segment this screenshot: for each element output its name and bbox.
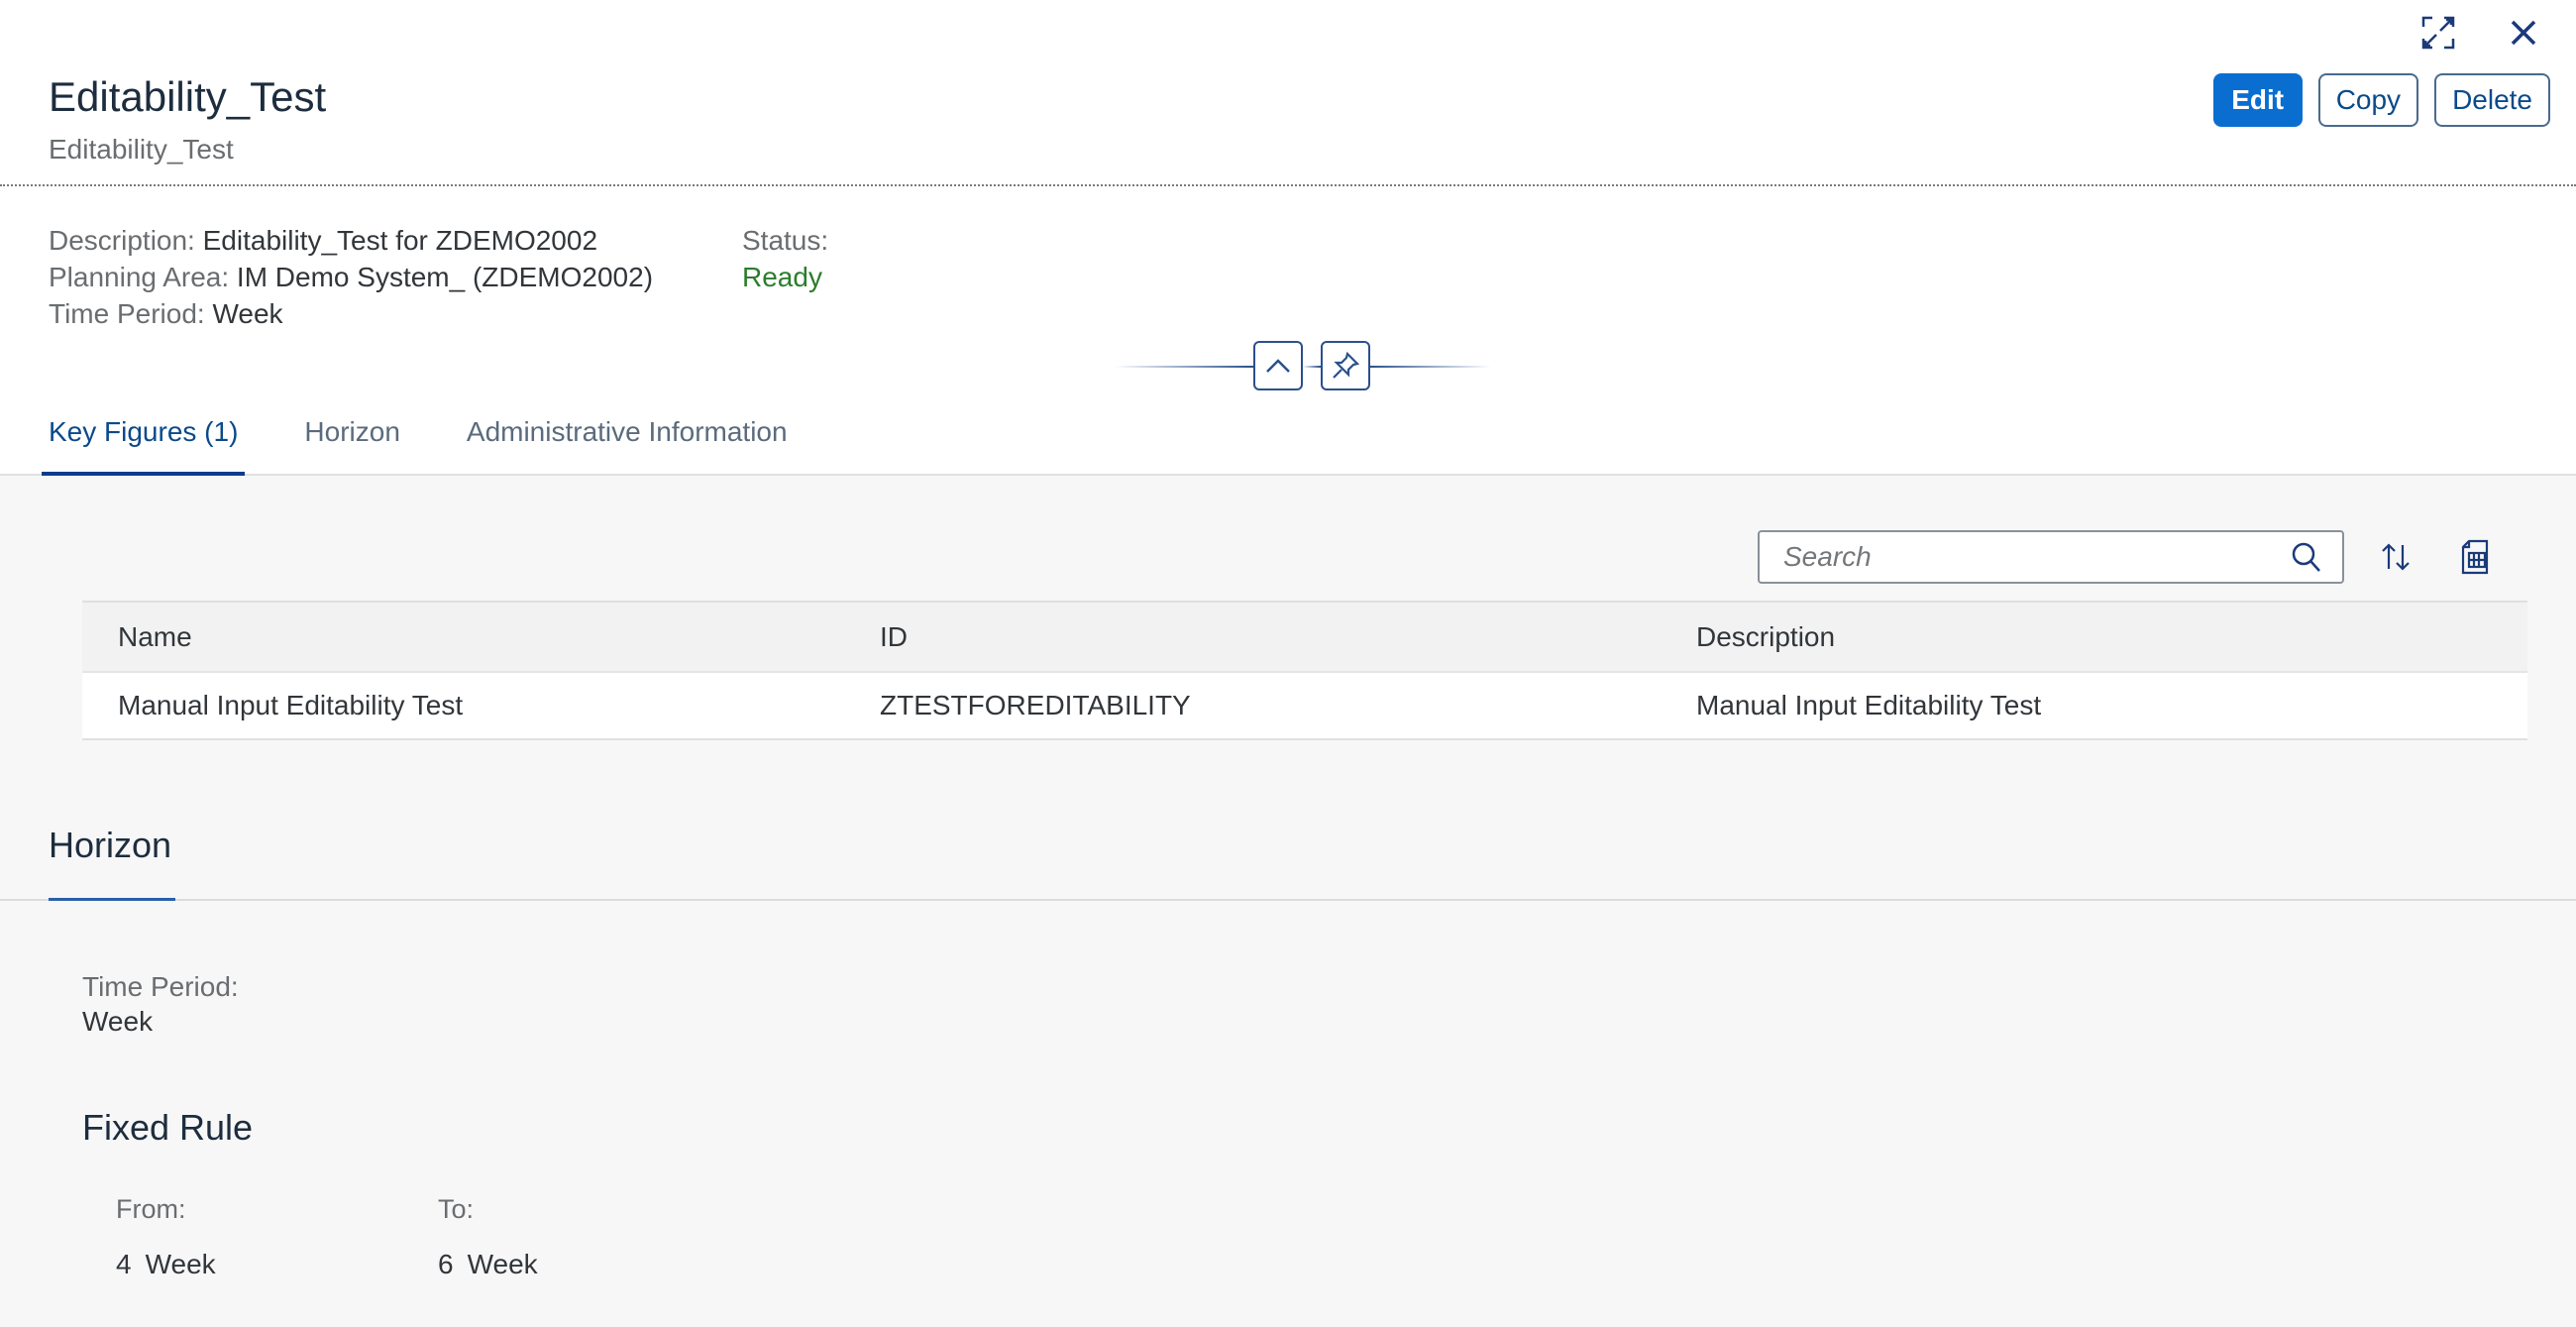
planning-area-field: Planning Area: IM Demo System_ (ZDEMO200… bbox=[49, 259, 653, 295]
horizon-time-period-label: Time Period: bbox=[82, 971, 239, 1002]
sort-icon bbox=[2382, 543, 2410, 571]
collapse-line-mid bbox=[1303, 366, 1321, 368]
header-divider bbox=[0, 184, 2576, 186]
chevron-up-icon bbox=[1266, 359, 1290, 373]
close-icon bbox=[2511, 20, 2536, 46]
search-field[interactable] bbox=[1758, 530, 2344, 584]
tab-key-figures[interactable]: Key Figures (1) bbox=[42, 408, 246, 476]
description-field: Description: Editability_Test for ZDEMO2… bbox=[49, 222, 653, 259]
description-label: Description: bbox=[49, 225, 195, 256]
object-page-header: Editability_Test Editability_Test Edit C… bbox=[0, 0, 2576, 476]
to-label: To: bbox=[438, 1194, 475, 1224]
to-unit: Week bbox=[467, 1249, 538, 1279]
cell-id: ZTESTFOREDITABILITY bbox=[880, 690, 1191, 720]
column-header-name[interactable]: Name bbox=[82, 621, 880, 653]
header-actions: Edit Copy Delete bbox=[2212, 73, 2550, 127]
page-title: Editability_Test bbox=[49, 73, 327, 120]
column-header-description[interactable]: Description bbox=[1696, 621, 2527, 653]
horizon-section-title: Horizon bbox=[49, 825, 172, 865]
search-icon[interactable] bbox=[2291, 541, 2322, 573]
header-info: Description: Editability_Test for ZDEMO2… bbox=[49, 222, 653, 332]
collapse-header-button[interactable] bbox=[1253, 341, 1303, 390]
horizon-title-underline bbox=[49, 898, 175, 901]
fixed-rule-title: Fixed Rule bbox=[82, 1107, 254, 1148]
horizon-section-divider bbox=[0, 899, 2576, 901]
tab-horizon[interactable]: Horizon bbox=[297, 408, 406, 470]
pin-header-button[interactable] bbox=[1321, 341, 1370, 390]
key-figures-table: Name ID Description Manual Input Editabi… bbox=[82, 601, 2527, 740]
collapse-line-left bbox=[1115, 366, 1253, 368]
time-period-value: Week bbox=[212, 298, 283, 329]
planning-area-value: IM Demo System_ (ZDEMO2002) bbox=[236, 262, 654, 292]
status-field: Status: Ready bbox=[742, 222, 828, 295]
export-button[interactable] bbox=[2447, 530, 2503, 584]
description-value: Editability_Test for ZDEMO2002 bbox=[202, 225, 598, 256]
to-number: 6 bbox=[438, 1249, 454, 1279]
sort-button[interactable] bbox=[2368, 530, 2423, 584]
collapse-line-right bbox=[1370, 366, 1491, 368]
close-button[interactable] bbox=[2501, 12, 2546, 54]
window-controls bbox=[2415, 12, 2546, 54]
edit-button[interactable]: Edit bbox=[2212, 73, 2303, 127]
planning-area-label: Planning Area: bbox=[49, 262, 230, 292]
column-header-id[interactable]: ID bbox=[880, 621, 1696, 653]
cell-description: Manual Input Editability Test bbox=[1696, 690, 2042, 720]
header-collapse-bar bbox=[1115, 341, 1491, 392]
status-label: Status: bbox=[742, 225, 829, 256]
from-unit: Week bbox=[145, 1249, 216, 1279]
horizon-time-period-value: Week bbox=[82, 1006, 154, 1037]
copy-button[interactable]: Copy bbox=[2317, 73, 2419, 127]
table-header: Name ID Description bbox=[82, 601, 2527, 673]
fullscreen-icon bbox=[2421, 16, 2455, 50]
delete-button[interactable]: Delete bbox=[2434, 73, 2550, 127]
time-period-label: Time Period: bbox=[49, 298, 205, 329]
cell-name: Manual Input Editability Test bbox=[118, 690, 464, 720]
page-subtitle: Editability_Test bbox=[49, 134, 234, 165]
table-row[interactable]: Manual Input Editability Test ZTESTFORED… bbox=[82, 673, 2527, 740]
status-badge: Ready bbox=[742, 262, 822, 292]
pin-icon bbox=[1333, 351, 1360, 379]
from-label: From: bbox=[116, 1194, 186, 1224]
table-toolbar bbox=[1758, 530, 2503, 584]
search-input[interactable] bbox=[1783, 541, 2291, 573]
from-number: 4 bbox=[116, 1249, 132, 1279]
tab-administrative-information[interactable]: Administrative Information bbox=[460, 408, 795, 470]
time-period-field: Time Period: Week bbox=[49, 295, 653, 332]
section-tabs: Key Figures (1) Horizon Administrative I… bbox=[42, 408, 847, 476]
fullscreen-button[interactable] bbox=[2415, 12, 2461, 54]
to-value: 6 Week bbox=[438, 1249, 538, 1280]
from-value: 4 Week bbox=[116, 1249, 216, 1280]
spreadsheet-export-icon bbox=[2461, 539, 2489, 575]
